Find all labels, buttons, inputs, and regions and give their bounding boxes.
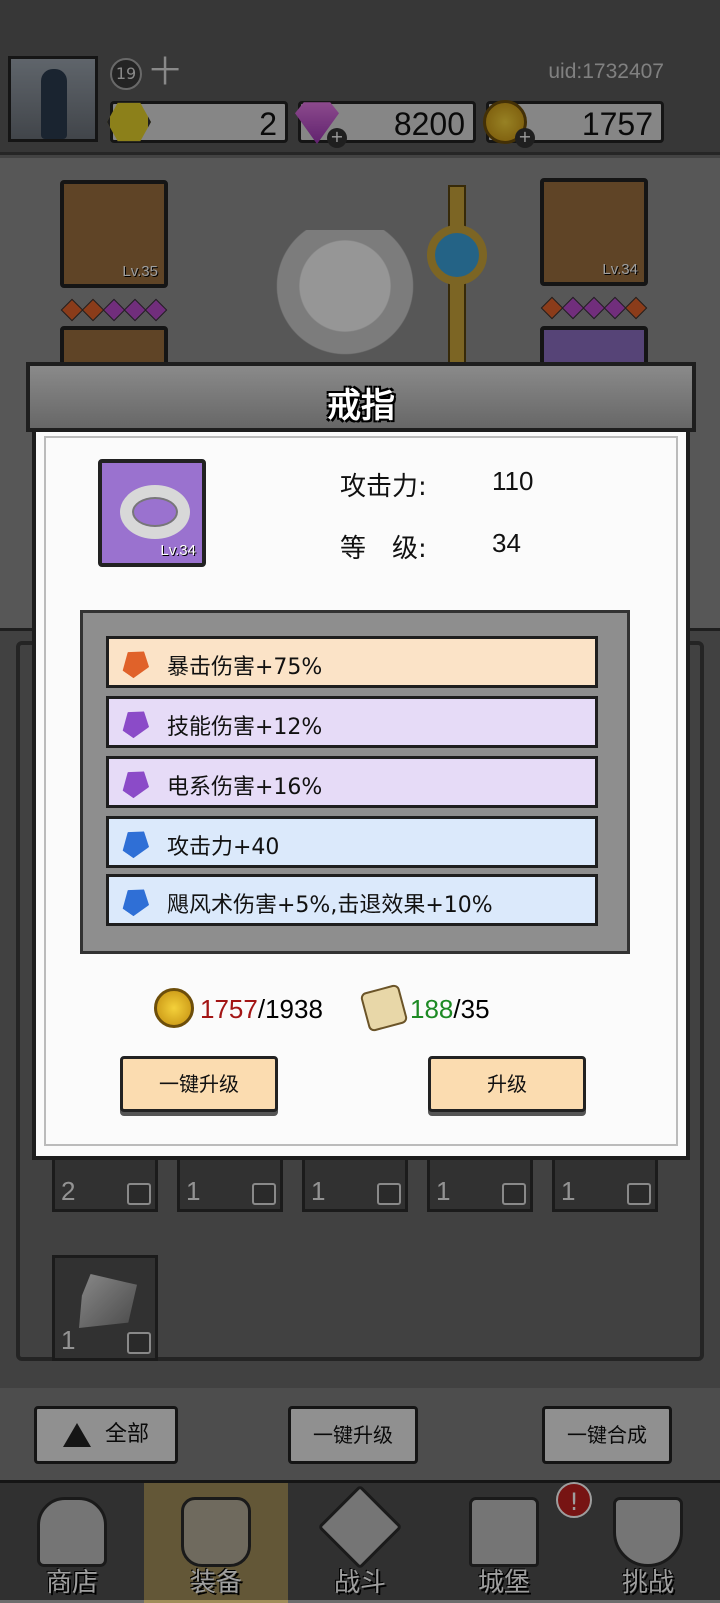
stat-value: 34 xyxy=(492,528,521,558)
affix-row: 电系伤害+16% xyxy=(106,756,598,808)
purple-gem-icon xyxy=(117,764,154,802)
blue-gem-icon xyxy=(117,882,154,920)
dialog-header: 戒指 xyxy=(26,362,696,432)
scroll-current: 188 xyxy=(410,994,454,1024)
blue-gem-icon xyxy=(117,824,154,862)
stat-level: 等 级: 34 xyxy=(340,528,590,564)
affix-text: 暴击伤害+75% xyxy=(167,655,323,680)
stat-label: 攻击力: xyxy=(340,472,427,502)
stat-label: 等 级: xyxy=(340,534,427,564)
purple-gem-icon xyxy=(117,704,154,742)
gold-required: /1938 xyxy=(257,994,323,1024)
gold-coin-icon xyxy=(154,988,194,1028)
affix-text: 电系伤害+16% xyxy=(167,775,323,800)
affix-row: 暴击伤害+75% xyxy=(106,636,598,688)
affix-row: 技能伤害+12% xyxy=(106,696,598,748)
stat-value: 110 xyxy=(492,466,534,496)
affix-text: 飓风术伤害+5%,击退效果+10% xyxy=(167,893,493,918)
dialog-title: 戒指 xyxy=(327,386,395,426)
gold-cost: 1757/1938 xyxy=(154,986,334,1032)
ring-icon xyxy=(120,485,190,539)
scroll-required: /35 xyxy=(453,994,490,1024)
one-click-upgrade-dialog-button[interactable]: 一键升级 xyxy=(120,1056,278,1112)
orange-gem-icon xyxy=(117,644,154,682)
affix-text: 技能伤害+12% xyxy=(167,715,323,740)
item-level: Lv.34 xyxy=(160,542,196,559)
affix-row: 飓风术伤害+5%,击退效果+10% xyxy=(106,874,598,926)
scroll-cost: 188/35 xyxy=(359,983,524,1033)
upgrade-button[interactable]: 升级 xyxy=(428,1056,586,1112)
stat-attack: 攻击力: 110 xyxy=(340,466,590,502)
scroll-icon xyxy=(359,983,409,1033)
ring-item-icon: Lv.34 xyxy=(98,459,206,567)
gold-current: 1757 xyxy=(200,994,258,1024)
affix-row: 攻击力+40 xyxy=(106,816,598,868)
affix-text: 攻击力+40 xyxy=(167,835,280,860)
